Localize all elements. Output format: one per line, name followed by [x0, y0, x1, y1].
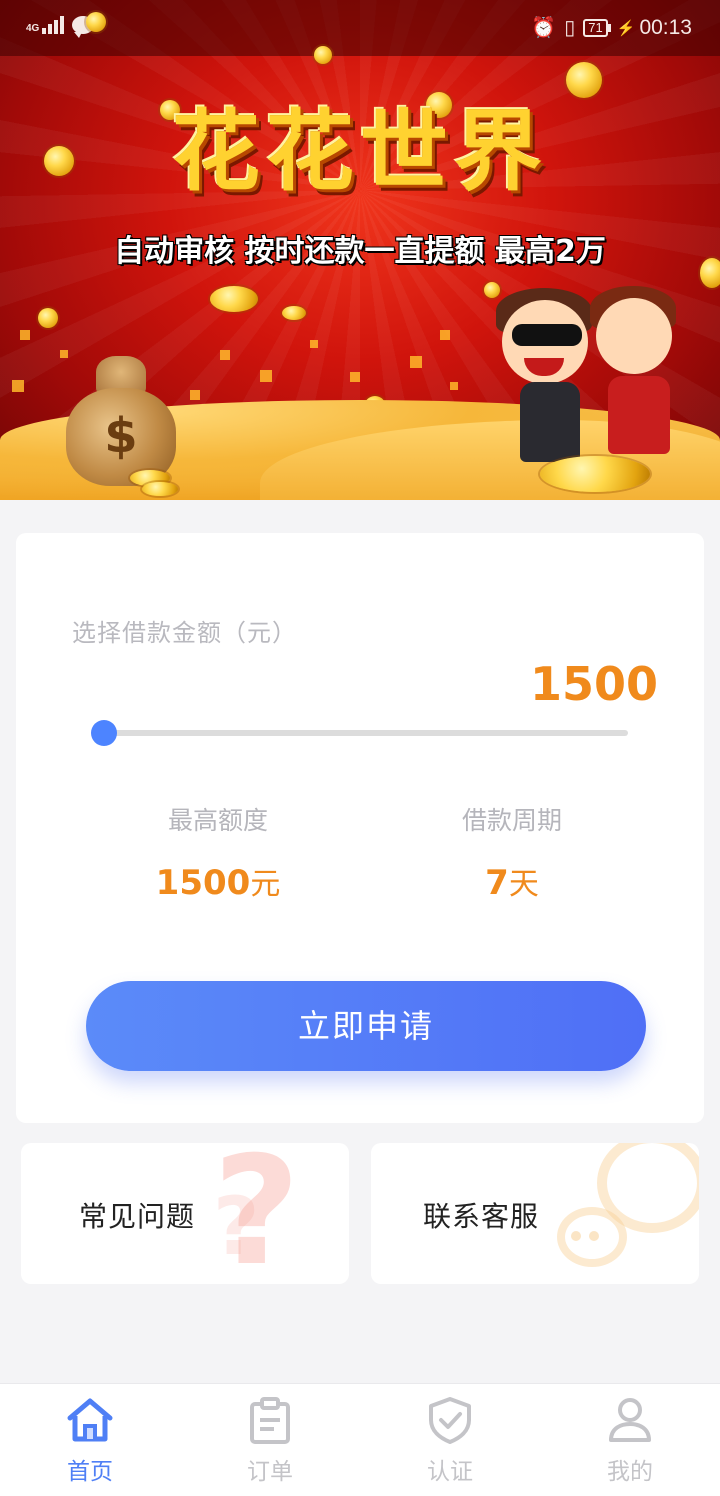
amount-slider-thumb[interactable] — [91, 720, 117, 746]
faq-label: 常见问题 — [79, 1200, 196, 1233]
sparkle-square — [410, 356, 422, 368]
home-icon — [67, 1398, 113, 1442]
coin-decoration — [38, 308, 58, 328]
sparkle-square — [20, 330, 30, 340]
loan-period-unit: 天 — [508, 867, 539, 902]
battery-level: 71 — [583, 18, 608, 37]
clock: 00:13 — [639, 15, 692, 39]
coin-decoration — [566, 62, 602, 98]
loan-amount-value: 1500 — [529, 657, 658, 711]
tab-orders[interactable]: 订单 — [180, 1384, 360, 1496]
tab-home-label: 首页 — [67, 1459, 113, 1485]
faq-card[interactable]: ? ? 常见问题 — [21, 1143, 349, 1284]
select-amount-label: 选择借款金额（元） — [72, 619, 297, 647]
shield-check-icon — [429, 1397, 471, 1444]
promo-banner[interactable]: 4G ⏰ ▯ 71 ⚡ 00:13 花花世界 自动审核 按时还款一直提额 最高2… — [0, 0, 720, 500]
signal-icon — [42, 14, 66, 34]
contact-support-card[interactable]: 联系客服 — [371, 1143, 699, 1284]
coin-decoration — [282, 306, 306, 320]
coin-decoration — [314, 46, 332, 64]
tab-profile[interactable]: 我的 — [540, 1384, 720, 1496]
sparkle-square — [350, 372, 360, 382]
vibrate-icon: ▯ — [564, 17, 576, 39]
sparkle-square — [450, 382, 458, 390]
status-bar: 4G ⏰ ▯ 71 ⚡ 00:13 — [0, 0, 720, 56]
banner-title: 花花世界 — [171, 100, 548, 203]
banner-subtitle: 自动审核 按时还款一直提额 最高2万 — [114, 234, 606, 269]
sparkle-square — [190, 390, 200, 400]
max-limit-label: 最高额度 — [167, 806, 268, 835]
bottom-tab-bar: 首页 订单 认证 我的 — [0, 1383, 720, 1496]
loan-period-number: 7 — [485, 863, 509, 903]
loan-card: 选择借款金额（元） 1500 最高额度 1500元 借款周期 7天 立即申请 — [16, 533, 704, 1123]
amount-slider-track[interactable] — [104, 730, 628, 736]
sparkle-square — [310, 340, 318, 348]
alarm-icon: ⏰ — [531, 17, 557, 39]
coin-decoration — [142, 482, 178, 496]
max-limit-unit: 元 — [250, 867, 281, 902]
contact-support-label: 联系客服 — [423, 1200, 540, 1233]
loan-period-value: 7天 — [402, 859, 622, 903]
tab-orders-label: 订单 — [247, 1459, 293, 1485]
sparkle-square — [220, 350, 230, 360]
coin-decoration — [540, 456, 650, 492]
network-type: 4G — [26, 23, 40, 34]
tab-verify[interactable]: 认证 — [360, 1384, 540, 1496]
battery-icon: 71 — [583, 18, 611, 37]
charging-icon: ⚡ — [616, 19, 636, 37]
user-icon — [609, 1398, 651, 1442]
question-mark-icon: ? — [213, 1180, 260, 1273]
sparkle-square — [440, 330, 450, 340]
tab-home[interactable]: 首页 — [0, 1384, 180, 1496]
tab-profile-label: 我的 — [607, 1459, 653, 1485]
coin-decoration — [86, 12, 106, 32]
apply-now-button[interactable]: 立即申请 — [86, 981, 646, 1071]
coin-decoration — [210, 286, 258, 312]
clipboard-icon — [250, 1397, 290, 1444]
tab-verify-label: 认证 — [427, 1459, 473, 1485]
max-limit-number: 1500 — [155, 863, 251, 903]
money-bag-icon: $ — [66, 356, 176, 486]
sparkle-square — [12, 380, 24, 392]
loan-period-label: 借款周期 — [461, 806, 562, 835]
max-limit-value: 1500元 — [108, 859, 328, 903]
sparkle-square — [260, 370, 272, 382]
